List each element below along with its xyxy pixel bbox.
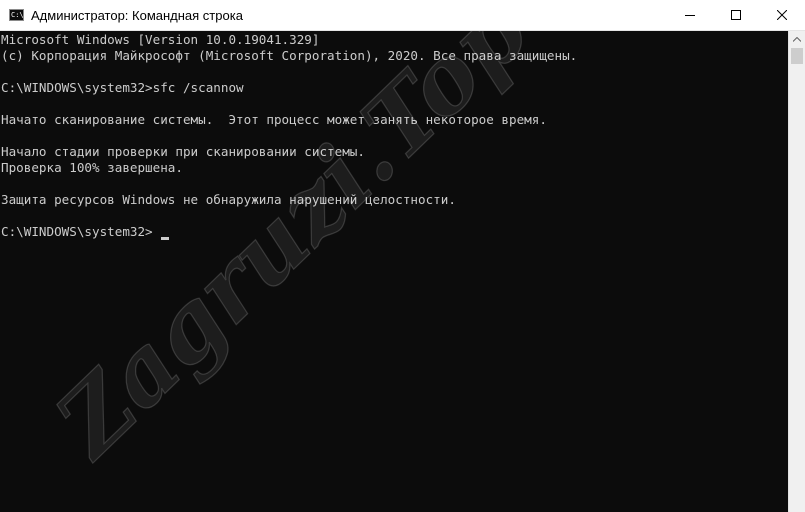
scroll-up-button[interactable] [789,31,805,47]
vertical-scrollbar[interactable] [788,31,805,512]
title-bar[interactable]: C:\ Администратор: Командная строка [0,0,805,31]
scroll-thumb[interactable] [791,48,803,64]
console-line: C:\WINDOWS\system32>sfc /scannow [1,80,244,95]
text-cursor [161,237,169,240]
console-line: Начало стадии проверки при сканировании … [1,144,365,159]
console-line: Microsoft Windows [Version 10.0.19041.32… [1,32,320,47]
console-line: Начато сканирование системы. Этот процес… [1,112,547,127]
console-output[interactable]: Microsoft Windows [Version 10.0.19041.32… [0,31,788,512]
console-prompt: C:\WINDOWS\system32> [1,224,153,239]
minimize-button[interactable] [667,0,713,30]
console-line: Защита ресурсов Windows не обнаружила на… [1,192,456,207]
close-icon [777,10,787,20]
minimize-icon [685,15,695,16]
console-line: (c) Корпорация Майкрософт (Microsoft Cor… [1,48,578,63]
cmd-app-icon[interactable]: C:\ [9,9,24,21]
close-button[interactable] [759,0,805,30]
chevron-up-icon [793,36,801,42]
maximize-icon [731,10,741,20]
window-title: Администратор: Командная строка [31,8,243,23]
maximize-button[interactable] [713,0,759,30]
cmd-window: C:\ Администратор: Командная строка Micr… [0,0,805,512]
console-line: Проверка 100% завершена. [1,160,183,175]
